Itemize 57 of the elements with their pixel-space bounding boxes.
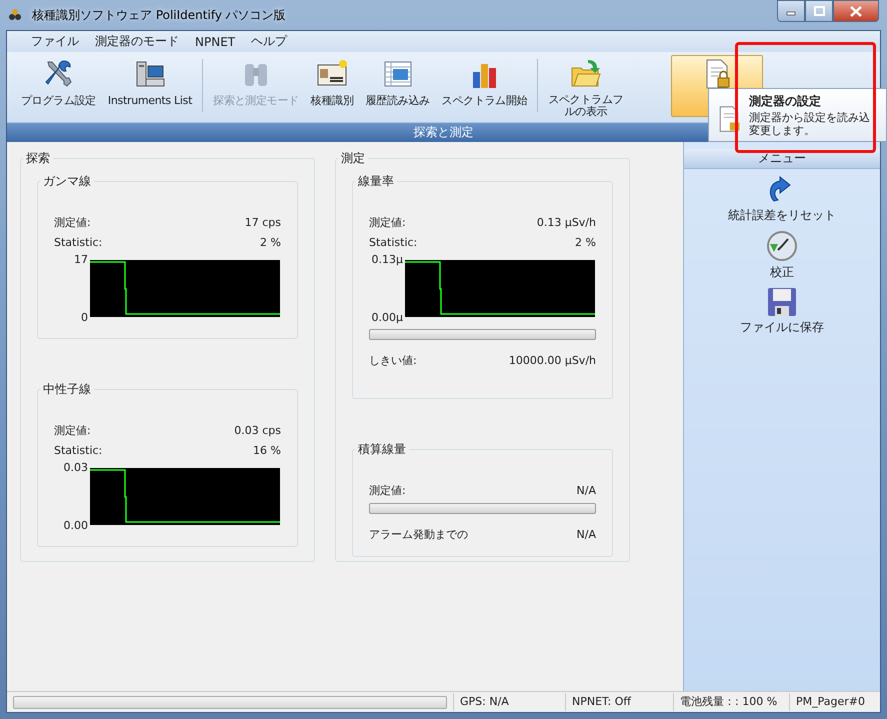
app-icon: [8, 8, 22, 22]
field-value: 10000.00 µSv/h: [508, 354, 596, 366]
field-label: アラーム発動までの: [369, 526, 468, 542]
field-value: N/A: [576, 528, 596, 540]
close-button[interactable]: [833, 0, 879, 22]
status-field: NPNET: Off: [565, 693, 673, 711]
section-title: 中性子線: [42, 381, 92, 398]
close-icon: [850, 6, 862, 16]
group-title: 探索: [25, 150, 51, 167]
menu-action[interactable]: 校正: [766, 230, 798, 281]
field-label: 測定値:: [369, 482, 406, 498]
minimize-button[interactable]: [777, 0, 805, 22]
field-label: 測定値:: [54, 214, 91, 230]
field-label: Statistic:: [369, 236, 418, 248]
field-label: Statistic:: [54, 236, 102, 248]
toolbar-button[interactable]: 履歴読み込み: [362, 55, 434, 117]
axis-label: 0.03: [64, 461, 88, 474]
window-title: 核種識別ソフトウェア PoliIdentify パソコン版: [32, 6, 286, 24]
toolbar-button[interactable]: スペクトラム開始: [438, 55, 532, 117]
section-title: ガンマ線: [42, 173, 92, 190]
maximize-button[interactable]: [805, 0, 833, 22]
tooltip-text: 測定器から設定を読み込: [749, 111, 870, 124]
menu-item[interactable]: NPNET: [187, 34, 244, 48]
tooltip-title: 測定器の設定: [749, 93, 822, 110]
field-value: 16 %: [253, 444, 281, 456]
menu-action[interactable]: 統計誤差をリセット: [728, 175, 836, 224]
maximize-icon: [814, 6, 824, 16]
field-label: Statistic:: [54, 444, 102, 456]
group-title: 測定: [340, 150, 366, 167]
tooltip-text: 変更します。: [749, 124, 816, 137]
field-label: 測定値:: [369, 214, 406, 230]
axis-label: 0.00: [64, 519, 88, 532]
menu-item[interactable]: 測定器のモード: [87, 33, 187, 50]
status-field: GPS: N/A: [453, 693, 565, 711]
axis-label: 0.00µ: [372, 311, 403, 324]
field-value: 0.13 µSv/h: [536, 216, 596, 228]
axis-label: 0: [81, 311, 88, 324]
menu-action[interactable]: ファイルに保存: [740, 287, 824, 336]
field-value: N/A: [576, 484, 596, 496]
menu-item[interactable]: ヘルプ: [243, 33, 296, 50]
section-title: 線量率: [357, 173, 395, 190]
axis-label: 17: [74, 253, 88, 266]
field-value: 17 cps: [244, 216, 281, 228]
field-label: 測定値:: [54, 422, 91, 438]
section-title: 積算線量: [357, 441, 407, 458]
field-value: 0.03 cps: [234, 424, 281, 436]
status-field: PM_Pager#0: [789, 693, 871, 711]
toolbar-button[interactable]: 核種識別: [306, 55, 358, 117]
field-value: 2 %: [260, 236, 281, 248]
toolbar-button[interactable]: プログラム設定: [17, 55, 100, 117]
toolbar-button[interactable]: スペクトラムフ ルの表示: [544, 55, 628, 117]
axis-label: 0.13µ: [372, 253, 403, 266]
toolbar-button[interactable]: Instruments List: [104, 55, 196, 117]
status-field: 電池残量：: 100 %: [673, 693, 789, 711]
menu-item[interactable]: ファイル: [23, 33, 87, 50]
field-value: 2 %: [575, 236, 596, 248]
field-label: しきい値:: [369, 352, 417, 368]
